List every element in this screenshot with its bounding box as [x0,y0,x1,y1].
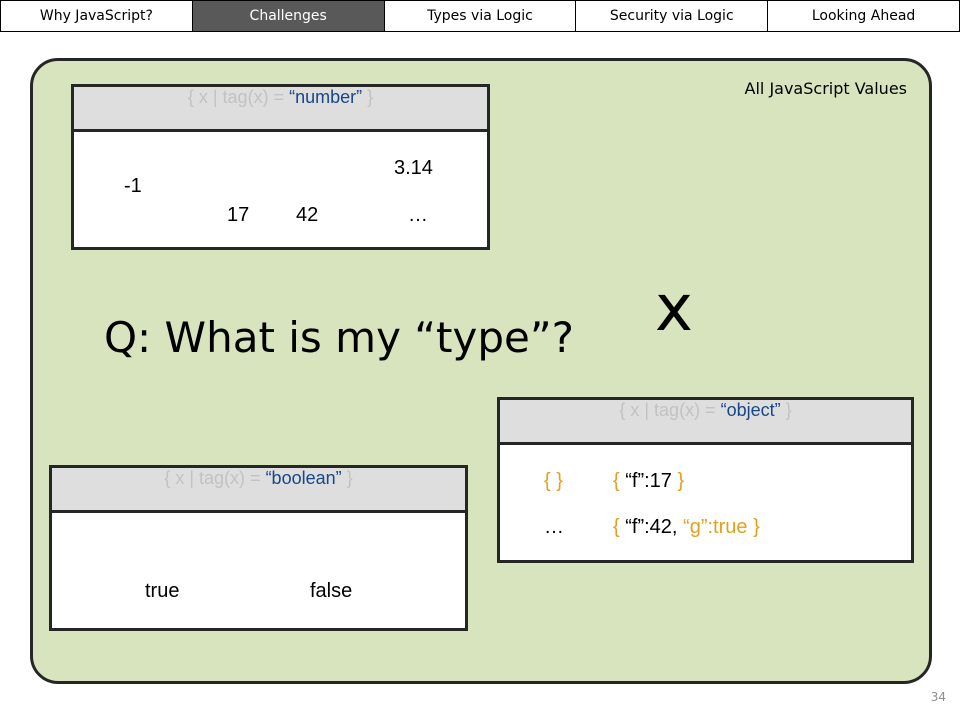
object-value-f17: { “f”:17 } [613,470,684,493]
object-body: “f”:17 [625,470,672,492]
question-text: Q: What is my “type”? [104,313,574,362]
number-value: 42 [296,204,319,226]
boolean-set-box: { x | tag(x) = “boolean” } true false [49,465,468,631]
boolean-set-header-tag: “boolean” [265,468,342,488]
number-ellipsis: … [408,204,428,226]
object-body: “f”:42, [625,516,684,538]
object-set-header-suffix: } [780,400,792,420]
tab-looking-ahead[interactable]: Looking Ahead [767,0,960,32]
top-navigation: Why JavaScript? Challenges Types via Log… [0,0,960,32]
object-set-box: { x | tag(x) = “object” } { } { “f”:17 }… [497,397,914,563]
object-body-tail: “g”:true [683,516,748,538]
number-set-box: { x | tag(x) = “number” } -1 3.14 17 42 … [71,84,490,250]
number-value: 3.14 [394,157,433,179]
boolean-set-header-prefix: { x | tag(x) = [164,468,266,488]
number-set-header-suffix: } [362,87,374,107]
object-set-header-tag: “object” [720,400,781,420]
object-set-header-prefix: { x | tag(x) = [619,400,721,420]
tab-types-via-logic[interactable]: Types via Logic [383,0,577,32]
object-brace: } [671,470,685,492]
object-ellipsis: … [544,516,564,538]
object-brace: { [613,516,626,538]
tab-security-via-logic[interactable]: Security via Logic [575,0,769,32]
boolean-set-header-suffix: } [341,468,353,488]
number-set-header-prefix: { x | tag(x) = [187,87,290,107]
object-brace: } [747,516,760,538]
number-set-header-tag: “number” [289,87,363,107]
tab-challenges[interactable]: Challenges [191,0,385,32]
tab-why-javascript[interactable]: Why JavaScript? [0,0,193,32]
number-value: 17 [227,204,250,226]
number-set-header: { x | tag(x) = “number” } [74,87,487,132]
object-set-header: { x | tag(x) = “object” } [500,400,911,445]
object-value-f42-gtrue: { “f”:42, “g”:true } [613,516,760,539]
boolean-set-header: { x | tag(x) = “boolean” } [52,468,465,513]
boolean-value-true: true [145,580,180,602]
number-value: -1 [124,175,142,197]
boolean-value-false: false [310,580,353,602]
unknown-value-x: x [655,272,693,346]
object-brace: { [613,470,626,492]
all-values-label: All JavaScript Values [744,79,907,98]
slide-number: 34 [930,690,946,704]
empty-object-value: { } [544,470,563,492]
